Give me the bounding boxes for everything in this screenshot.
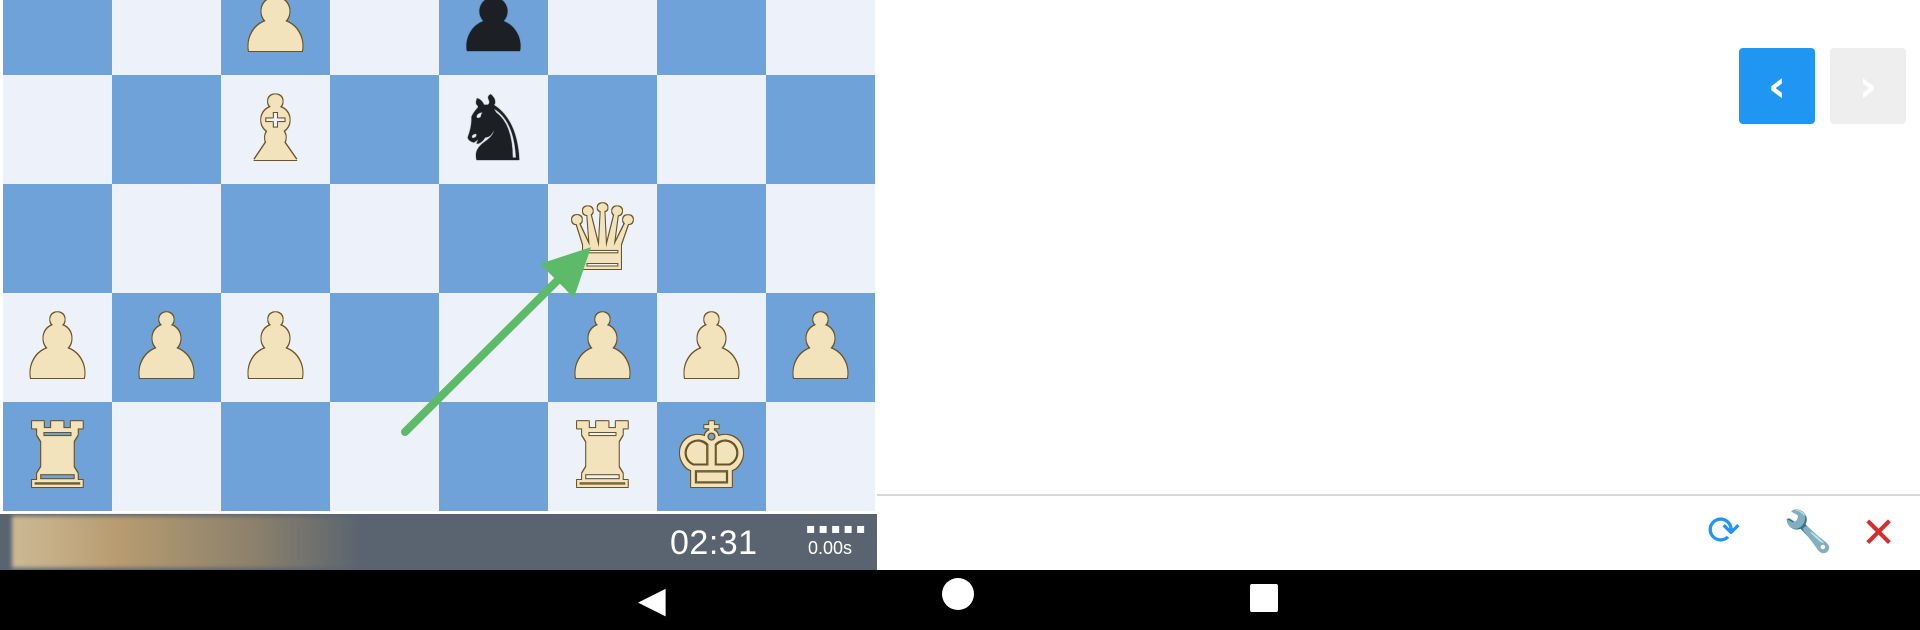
white-pawn[interactable]: ♟ xyxy=(780,302,861,393)
board-square[interactable]: ♟ xyxy=(221,0,330,75)
board-square[interactable] xyxy=(330,293,439,402)
board-square[interactable]: ♜ xyxy=(548,402,657,511)
next-move-button[interactable]: › xyxy=(1830,48,1906,124)
board-square[interactable] xyxy=(221,184,330,293)
board-square[interactable] xyxy=(766,75,875,184)
white-queen[interactable]: ♛ xyxy=(562,193,643,284)
board-square[interactable]: ♝ xyxy=(221,75,330,184)
board-square[interactable]: ♟ xyxy=(766,293,875,402)
board-square[interactable]: ♟ xyxy=(439,0,548,75)
board-square[interactable]: ♟ xyxy=(3,293,112,402)
white-pawn[interactable]: ♟ xyxy=(235,302,316,393)
white-pawn[interactable]: ♟ xyxy=(235,0,316,66)
refresh-icon[interactable]: ⟳ xyxy=(1707,508,1741,554)
board-square[interactable]: ♜ xyxy=(3,402,112,511)
game-status-bar: 02:31 ▪▪▪▪▪ 0.00s xyxy=(0,514,877,570)
white-pawn[interactable]: ♟ xyxy=(17,302,98,393)
board-square[interactable]: ♟ xyxy=(548,293,657,402)
board-square[interactable] xyxy=(112,402,221,511)
white-pawn[interactable]: ♟ xyxy=(671,302,752,393)
chevron-right-icon: › xyxy=(1858,60,1878,112)
board-square[interactable] xyxy=(766,184,875,293)
engine-think-time: 0.00s xyxy=(808,538,853,558)
toolbar-divider xyxy=(877,494,1920,496)
board-square[interactable] xyxy=(330,402,439,511)
board-square[interactable] xyxy=(766,0,875,75)
board-square[interactable]: ♟ xyxy=(221,293,330,402)
board-square[interactable]: ♚ xyxy=(657,402,766,511)
side-panel: ‹ › ⟳ 🔧 ✕ xyxy=(877,0,1920,570)
board-square[interactable] xyxy=(112,184,221,293)
engine-thinking-dots: ▪▪▪▪▪ xyxy=(806,521,869,537)
wrench-icon[interactable]: 🔧 xyxy=(1783,508,1833,555)
board-square[interactable]: ♛ xyxy=(548,184,657,293)
white-rook[interactable]: ♜ xyxy=(562,411,643,502)
recents-nav-icon[interactable] xyxy=(1250,584,1278,612)
board-square[interactable] xyxy=(766,402,875,511)
board-square[interactable] xyxy=(330,184,439,293)
close-icon[interactable]: ✕ xyxy=(1861,508,1896,557)
home-nav-icon[interactable] xyxy=(942,578,974,610)
board-square[interactable] xyxy=(330,75,439,184)
board-square[interactable] xyxy=(3,0,112,75)
previous-move-button[interactable]: ‹ xyxy=(1739,48,1815,124)
board-square[interactable] xyxy=(439,402,548,511)
board-square[interactable] xyxy=(439,184,548,293)
board-square[interactable] xyxy=(3,184,112,293)
board-square[interactable] xyxy=(439,293,548,402)
android-navigation-bar: ◀ xyxy=(0,570,1920,630)
white-king[interactable]: ♚ xyxy=(671,411,752,502)
white-pawn[interactable]: ♟ xyxy=(562,302,643,393)
board-square[interactable] xyxy=(548,75,657,184)
board-square[interactable] xyxy=(657,184,766,293)
chevron-left-icon: ‹ xyxy=(1767,60,1787,112)
board-square[interactable]: ♞ xyxy=(439,75,548,184)
board-square[interactable] xyxy=(112,75,221,184)
white-pawn[interactable]: ♟ xyxy=(126,302,207,393)
board-square[interactable] xyxy=(330,0,439,75)
board-square[interactable]: ♟ xyxy=(657,293,766,402)
board-square[interactable] xyxy=(3,75,112,184)
player-info-blurred xyxy=(12,516,362,568)
board-square[interactable] xyxy=(657,0,766,75)
white-rook[interactable]: ♜ xyxy=(17,411,98,502)
board-square[interactable] xyxy=(221,402,330,511)
black-pawn[interactable]: ♟ xyxy=(453,0,534,66)
board-square[interactable] xyxy=(657,75,766,184)
black-knight[interactable]: ♞ xyxy=(453,84,534,175)
game-clock: 02:31 xyxy=(670,524,758,562)
board-square[interactable] xyxy=(548,0,657,75)
board-square[interactable] xyxy=(112,0,221,75)
white-bishop[interactable]: ♝ xyxy=(235,84,316,175)
board-square[interactable]: ♟ xyxy=(112,293,221,402)
chess-board[interactable]: ♟ ♟ ♝ ♞ ♛ ♟ ♟ ♟ ♟ ♟ ♟ ♜ ♜ ♚ xyxy=(3,0,875,511)
back-nav-icon[interactable]: ◀ xyxy=(638,580,666,621)
